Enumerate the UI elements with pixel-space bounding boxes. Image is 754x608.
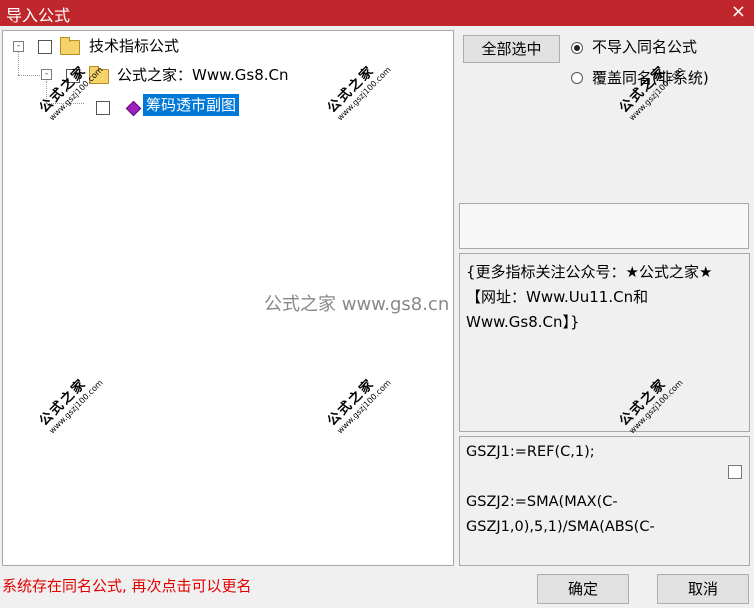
code-checkbox[interactable] [728,465,742,479]
tree-item-child[interactable]: 公式之家：Www.Gs8.Cn [117,64,289,86]
expander-root[interactable]: - [13,41,24,52]
cancel-button[interactable]: 取消 [657,574,749,604]
radio-skip-same-name[interactable] [571,42,583,54]
code-line: GSZJ2:=SMA(MAX(C- [466,494,618,510]
radio-overwrite-same-name[interactable] [571,72,583,84]
close-icon[interactable]: × [731,1,746,22]
expander-child[interactable]: - [41,69,52,80]
status-message: 系统存在同名公式, 再次点击可以更名 [2,577,252,595]
folder-icon [60,37,80,55]
tree-line [18,51,19,75]
code-line: GSZJ1,0),5,1)/SMA(ABS(C- [466,519,655,535]
window-title: 导入公式 [6,6,71,25]
info-box [459,203,749,249]
checkbox-root[interactable] [38,40,52,54]
description-text: {更多指标关注公众号：★公式之家★ 【网址：Www.Uu11.Cn和Www.Gs… [466,263,713,331]
tree-item-leaf[interactable]: 筹码透市副图 [143,94,240,116]
code-text: GSZJ1:=REF(C,1); GSZJ2:=SMA(MAX(C- GSZJ1… [466,440,696,540]
center-watermark: 公式之家 www.gs8.cn [264,294,450,315]
select-all-button[interactable]: 全部选中 [463,35,560,63]
tree-line [18,75,40,76]
title-bar: 导入公式 × [0,0,754,26]
formula-icon [125,100,142,117]
ok-button[interactable]: 确定 [537,574,629,604]
